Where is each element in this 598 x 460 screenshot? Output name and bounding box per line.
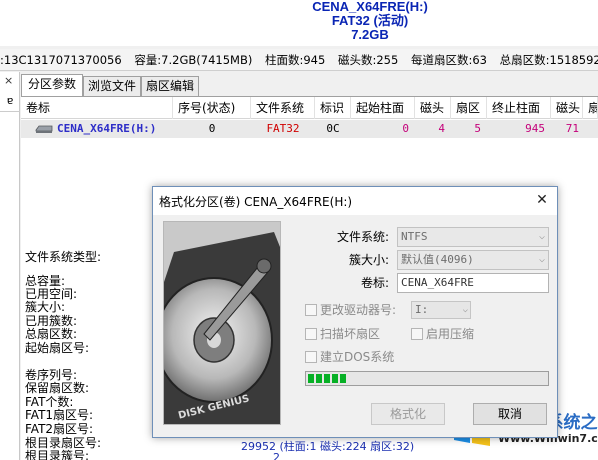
chevron-down-icon: ⌵ — [462, 305, 468, 315]
cell-id: 0C — [326, 122, 340, 135]
cell-end-cyl: 945 — [525, 122, 545, 135]
cell-start-cyl: 0 — [402, 122, 409, 135]
disk-id: :13C1317071370056 — [0, 53, 122, 67]
cell-filesystem: FAT32 — [266, 122, 300, 135]
tab-sector-edit[interactable]: 扇区编辑 — [141, 76, 199, 96]
close-icon[interactable]: ✕ — [533, 191, 551, 209]
label-root-dir-cluster: 根目录簇号: — [25, 449, 90, 460]
filesystem-status: FAT32 (活动) — [331, 13, 409, 28]
col-id[interactable]: 标识 — [315, 97, 351, 119]
disk-genius-image: DISK GENIUS — [163, 221, 281, 425]
checkbox-box — [411, 328, 423, 340]
format-progress-bar — [305, 371, 549, 386]
col-end-sector[interactable]: 扇 — [583, 97, 598, 119]
disk-title: CENA_X64FRE(H:) FAT32 (活动) 7.2GB — [240, 0, 500, 42]
volume-name: CENA_X64FRE(H:) — [312, 0, 428, 14]
scan-bad-sectors-label: 扫描坏扇区 — [320, 327, 381, 341]
label-fat2-sector: FAT2扇区号: — [25, 422, 94, 436]
change-drive-letter-checkbox[interactable]: 更改驱动器号: — [305, 302, 396, 318]
tab-browse-files[interactable]: 浏览文件 — [83, 76, 141, 96]
filesystem-label: 文件系统: — [336, 230, 389, 244]
col-head[interactable]: 磁头 — [415, 97, 451, 119]
format-button[interactable]: 格式化 — [371, 403, 445, 425]
close-icon[interactable]: × — [4, 74, 13, 87]
label-reserved-sectors: 保留扇区数: — [25, 381, 90, 395]
volume-size: 7.2GB — [351, 27, 389, 42]
cluster-size-label: 簇大小: — [348, 253, 389, 267]
root-dir-cluster-value: 2 — [273, 451, 280, 460]
disk-info-bar: :13C1317071370056 容量:7.2GB(7415MB) 柱面数:9… — [0, 49, 598, 71]
tab-label: 浏览文件 — [87, 79, 136, 93]
drive-letter-select[interactable]: I: ⌵ — [411, 301, 471, 319]
volume-label-label: 卷标: — [360, 276, 389, 290]
checkbox-box — [305, 304, 317, 316]
dialog-titlebar[interactable]: 格式化分区(卷) CENA_X64FRE(H:) ✕ — [153, 187, 557, 215]
col-sector[interactable]: 扇区 — [451, 97, 487, 119]
label-total-sectors: 总扇区数: — [25, 327, 78, 341]
disk-header-banner: CENA_X64FRE(H:) FAT32 (活动) 7.2GB — [0, 0, 598, 46]
create-dos-label: 建立DOS系统 — [320, 350, 395, 364]
tree-header-cell: ɐ — [0, 94, 20, 112]
checkbox-box — [305, 351, 317, 363]
col-start-cyl[interactable]: 起始柱面 — [351, 97, 415, 119]
tab-partition-params[interactable]: 分区参数 — [21, 74, 83, 96]
enable-compression-checkbox[interactable]: 启用压缩 — [411, 326, 474, 342]
disk-total-sectors: 总扇区数:15185920 — [499, 53, 598, 67]
table-header: 卷标 序号(状态) 文件系统 标识 起始柱面 磁头 扇区 终止柱面 磁头 扇 — [21, 97, 598, 119]
label-fat1-sector: FAT1扇区号: — [25, 408, 94, 422]
cell-index: 0 — [208, 122, 216, 135]
checkbox-box — [305, 328, 317, 340]
change-drive-letter-label: 更改驱动器号: — [320, 303, 397, 317]
cell-head: 4 — [438, 122, 445, 135]
chevron-down-icon: ⌵ — [538, 231, 545, 242]
disk-heads: 磁头数:255 — [337, 53, 399, 67]
cluster-size-select[interactable]: 默认值(4096) ⌵ — [397, 250, 549, 270]
col-filesystem[interactable]: 文件系统 — [251, 97, 315, 119]
disk-cylinders: 柱面数:945 — [264, 53, 326, 67]
filesystem-value: NTFS — [401, 230, 428, 243]
col-index[interactable]: 序号(状态) — [173, 97, 251, 119]
volume-label-input[interactable]: CENA_X64FRE — [397, 273, 549, 293]
tab-label: 分区参数 — [27, 77, 76, 91]
drive-letter-value: I: — [415, 303, 429, 316]
disk-sectors-per-track: 每道扇区数:63 — [410, 53, 487, 67]
col-end-cyl[interactable]: 终止柱面 — [487, 97, 551, 119]
cell-sector: 5 — [474, 122, 481, 135]
col-volume[interactable]: 卷标 — [21, 97, 173, 119]
enable-compression-label: 启用压缩 — [426, 327, 475, 341]
format-dialog: 格式化分区(卷) CENA_X64FRE(H:) ✕ DISK GENIUS 文… — [152, 186, 558, 438]
cluster-size-value: 默认值(4096) — [401, 253, 474, 266]
disk-tree-panel[interactable]: × ɐ — [0, 72, 20, 460]
label-cluster-size: 簇大小: — [25, 300, 66, 314]
scan-bad-sectors-checkbox[interactable]: 扫描坏扇区 — [305, 326, 380, 342]
cell-end-head: 71 — [565, 122, 579, 135]
disk-capacity: 容量:7.2GB(7415MB) — [134, 53, 253, 67]
progress-fill — [308, 374, 347, 383]
filesystem-select[interactable]: NTFS ⌵ — [397, 227, 549, 247]
label-start-sector: 起始扇区号: — [25, 341, 90, 355]
dialog-title: 格式化分区(卷) CENA_X64FRE(H:) — [159, 195, 353, 209]
drive-icon — [35, 125, 53, 133]
tab-label: 扇区编辑 — [145, 79, 194, 93]
hard-disk-icon: DISK GENIUS — [164, 222, 280, 424]
root-dir-sector-value: 29952 (柱面:1 磁头:224 扇区:32) — [241, 440, 415, 453]
cancel-button[interactable]: 取消 — [473, 403, 547, 425]
create-dos-checkbox[interactable]: 建立DOS系统 — [305, 349, 394, 365]
chevron-down-icon: ⌵ — [538, 254, 545, 265]
col-end-head[interactable]: 磁头 — [551, 97, 583, 119]
cell-volume: CENA_X64FRE(H:) — [57, 122, 157, 135]
table-row[interactable]: CENA_X64FRE(H:) 0 FAT32 0C 0 4 5 945 71 — [21, 120, 598, 138]
label-fs-type: 文件系统类型: — [25, 250, 102, 264]
